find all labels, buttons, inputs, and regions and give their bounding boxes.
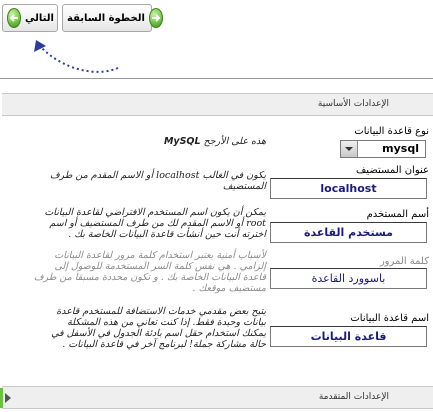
previous-step-label: الخطوة السابقة bbox=[67, 12, 145, 24]
host-help-line: يكون في الغالب localhost أو الاسم المقدم… bbox=[49, 170, 266, 181]
password-help-line: قاعدة البيانات الخاصة بك . و تكون محددة … bbox=[33, 272, 266, 283]
advanced-settings-header[interactable]: الإعدادات المتقدمة bbox=[2, 386, 433, 409]
db-name-input[interactable]: قاعدة البيانات bbox=[270, 326, 427, 347]
db-name-help-line: يتيح بعض مقدمي خدمات الاستضافة للمستخدم … bbox=[56, 306, 266, 317]
dotted-arrow-icon bbox=[34, 40, 119, 73]
basic-settings-title: الإعدادات الأساسية bbox=[317, 99, 389, 109]
password-help-line: لأسباب أمنية يعتبر استخدام كلمة مرور لقا… bbox=[54, 250, 266, 261]
db-name-help-line: حالة مشاركة جملة! لبرنامج آخر في قاعدة ا… bbox=[62, 339, 266, 350]
db-type-value: mysql bbox=[382, 142, 419, 155]
db-type-help-bold: MySQL bbox=[163, 136, 201, 147]
next-button[interactable]: التالي bbox=[2, 4, 58, 32]
db-type-help-text: هذه على الأرجح bbox=[203, 136, 266, 147]
host-help: يكون في الغالب localhost أو الاسم المقدم… bbox=[4, 170, 266, 192]
basic-settings-header[interactable]: الإعدادات الأساسية bbox=[2, 93, 433, 116]
db-type-select[interactable]: mysql bbox=[340, 140, 426, 158]
password-help: لأسباب أمنية يعتبر استخدام كلمة مرور لقا… bbox=[4, 250, 266, 294]
username-label: أسم المستخدم bbox=[366, 209, 429, 220]
db-name-label: اسم قاعدة البيانات bbox=[350, 313, 429, 324]
arrow-left-icon bbox=[7, 8, 21, 28]
chevron-down-icon[interactable] bbox=[341, 141, 358, 157]
expand-arrow-icon[interactable] bbox=[5, 393, 11, 403]
db-name-help: يتيح بعض مقدمي خدمات الاستضافة للمستخدم … bbox=[4, 306, 266, 350]
divider bbox=[0, 78, 433, 79]
username-help: يمكن أن يكون اسم المستخدم الافتراضي لقاع… bbox=[4, 207, 266, 240]
db-type-help: هذه على الأرجح MySQL bbox=[4, 136, 266, 147]
host-input[interactable]: localhost bbox=[270, 178, 427, 199]
username-input[interactable]: مستخدم القاعدة bbox=[270, 222, 427, 243]
password-help-line: مستضيف موقعك . bbox=[192, 283, 266, 294]
advanced-settings-title: الإعدادات المتقدمة bbox=[318, 392, 389, 402]
password-help-line: إلزامي . هي نفس كلمة السر المستخدمة للوص… bbox=[54, 261, 266, 272]
db-name-help-line: بيانات وحيدة فقط. إذا كنت تعاني من هذه ا… bbox=[67, 317, 266, 328]
accent-marker bbox=[0, 388, 3, 408]
db-type-label: نوع قاعدة البيانات bbox=[354, 126, 429, 137]
db-name-help-line: يمكنك استخدام حقل اسم بادئة الجدول في ال… bbox=[51, 328, 266, 339]
host-help-line: المستضيف bbox=[222, 181, 266, 192]
password-input[interactable]: باسوورد القاعدة bbox=[270, 268, 427, 289]
toolbar: التالي الخطوة السابقة bbox=[0, 0, 433, 40]
username-help-line: root أو الاسم المقدم لك من طرف المستضيف … bbox=[49, 218, 266, 229]
username-help-line: اخترته أنت حين أنشأت قاعدة البيانات الخا… bbox=[68, 229, 266, 240]
next-button-label: التالي bbox=[25, 12, 54, 24]
previous-step-button[interactable]: الخطوة السابقة bbox=[62, 4, 163, 32]
host-label: عنوان المستضيف bbox=[355, 165, 429, 176]
username-help-line: يمكن أن يكون اسم المستخدم الافتراضي لقاع… bbox=[44, 207, 266, 218]
password-label: كلمة المرور bbox=[379, 256, 429, 267]
arrow-right-icon bbox=[148, 8, 163, 28]
